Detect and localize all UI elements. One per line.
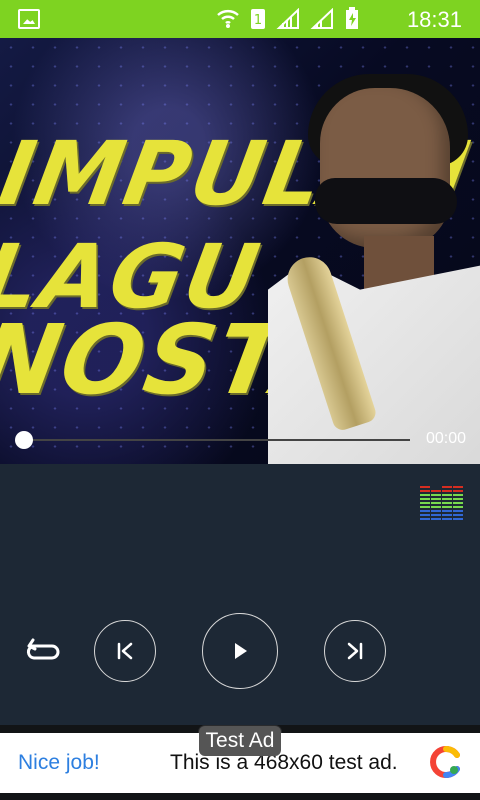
test-ad-badge: Test Ad [199, 726, 281, 756]
status-time: 18:31 [406, 7, 462, 32]
previous-icon [117, 642, 133, 660]
singer-image [268, 74, 480, 464]
ad-left-text[interactable]: Nice job! [18, 751, 100, 775]
sunglasses-icon [315, 178, 457, 224]
next-button[interactable] [324, 620, 386, 682]
gallery-notification-icon [18, 9, 40, 29]
repeat-button[interactable] [24, 634, 60, 670]
seek-bar[interactable] [15, 431, 410, 449]
ad-logo-icon [430, 745, 462, 779]
status-icons: 1 [216, 7, 360, 31]
previous-button[interactable] [94, 620, 156, 682]
repeat-icon [26, 638, 60, 660]
play-button[interactable] [202, 613, 278, 689]
player-controls [0, 464, 480, 725]
status-bar: 1 18:31 [0, 0, 480, 38]
play-icon [235, 643, 247, 659]
next-icon [347, 642, 363, 660]
svg-text:1: 1 [254, 13, 262, 28]
singer-face [320, 88, 450, 248]
sim-one-icon: 1 [250, 8, 266, 30]
video-player[interactable]: IMPULAN LAGU NOSTALGIA 00:00 [0, 38, 480, 464]
equalizer-icon[interactable] [420, 486, 463, 524]
signal-secondary-icon [310, 8, 334, 30]
seek-thumb[interactable] [15, 431, 33, 449]
wifi-icon [216, 8, 240, 30]
battery-charging-icon [344, 7, 360, 31]
signal-icon [276, 8, 300, 30]
current-time: 00:00 [425, 430, 466, 447]
